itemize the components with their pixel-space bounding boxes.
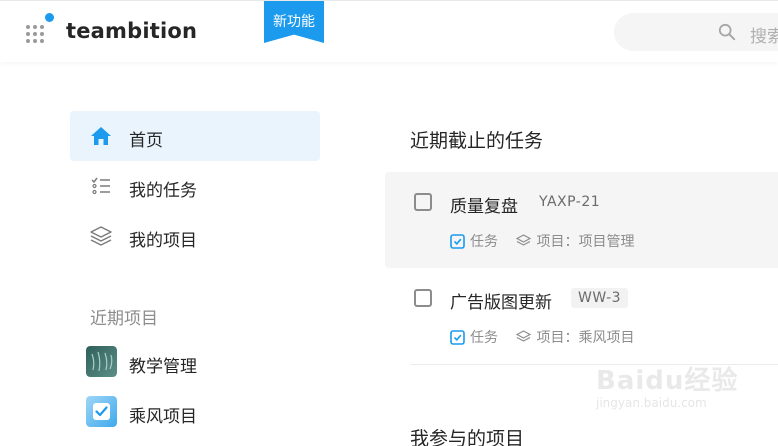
- task-type-label: 任务: [470, 330, 498, 346]
- task-meta: 任务 项目：乘风项目: [450, 327, 648, 347]
- upcoming-tasks-title: 近期截止的任务: [410, 130, 544, 152]
- recent-project-teaching[interactable]: 教学管理: [86, 346, 326, 380]
- project-label: 教学管理: [129, 357, 197, 377]
- watermark-brand: Baidu经验: [596, 366, 739, 396]
- my-projects-title: 我参与的项目: [410, 428, 525, 446]
- search-input[interactable]: 搜索: [614, 13, 778, 51]
- sidebar-item-home[interactable]: 首页: [70, 111, 320, 161]
- sidebar-item-my-projects[interactable]: 我的项目: [70, 211, 320, 261]
- task-checkbox[interactable]: [414, 289, 432, 307]
- task-row[interactable]: 质量复盘 YAXP-21 任务 项目：项目管理: [385, 172, 778, 268]
- task-meta: 任务 项目：项目管理: [450, 231, 648, 251]
- sidebar-item-label: 我的项目: [129, 231, 197, 251]
- app-grid-icon[interactable]: [24, 13, 54, 47]
- task-type-icon: [450, 330, 465, 345]
- home-icon: [91, 127, 111, 145]
- recent-projects-title: 近期项目: [90, 309, 158, 329]
- task-title: 广告版图更新: [450, 293, 552, 313]
- task-list-icon: [91, 177, 110, 195]
- teambition-logo[interactable]: teambition: [66, 19, 197, 43]
- project-cover-image: [86, 396, 117, 427]
- project-cover-image: [86, 346, 117, 377]
- task-title: 质量复盘: [450, 197, 518, 217]
- task-id: WW-3: [571, 288, 629, 308]
- recent-project-chengfeng[interactable]: 乘风项目: [86, 396, 326, 430]
- task-project-label[interactable]: 项目：项目管理: [536, 234, 634, 250]
- search-placeholder: 搜索: [750, 27, 778, 47]
- notification-dot: [45, 13, 54, 22]
- sidebar-item-label: 我的任务: [129, 181, 197, 201]
- layers-icon: [90, 226, 112, 246]
- task-checkbox[interactable]: [414, 193, 432, 211]
- task-row[interactable]: 广告版图更新 WW-3 任务 项目：乘风项目: [385, 268, 778, 364]
- task-project-label[interactable]: 项目：乘风项目: [536, 330, 634, 346]
- sidebar-item-my-tasks[interactable]: 我的任务: [70, 161, 320, 211]
- task-type-icon: [450, 234, 465, 249]
- new-feature-badge[interactable]: 新功能: [264, 1, 324, 43]
- layers-icon: [516, 234, 532, 246]
- project-label: 乘风项目: [129, 407, 197, 427]
- task-type-label: 任务: [470, 234, 498, 250]
- baidu-watermark: Baidu经验 jingyan.baidu.com: [590, 356, 760, 412]
- search-icon: [718, 23, 736, 41]
- task-id: YAXP-21: [539, 194, 601, 210]
- top-header: teambition 新功能 搜索: [0, 0, 778, 62]
- new-feature-label: 新功能: [273, 14, 315, 30]
- watermark-url: jingyan.baidu.com: [596, 396, 707, 410]
- layers-icon: [516, 330, 532, 342]
- sidebar-item-label: 首页: [129, 131, 163, 151]
